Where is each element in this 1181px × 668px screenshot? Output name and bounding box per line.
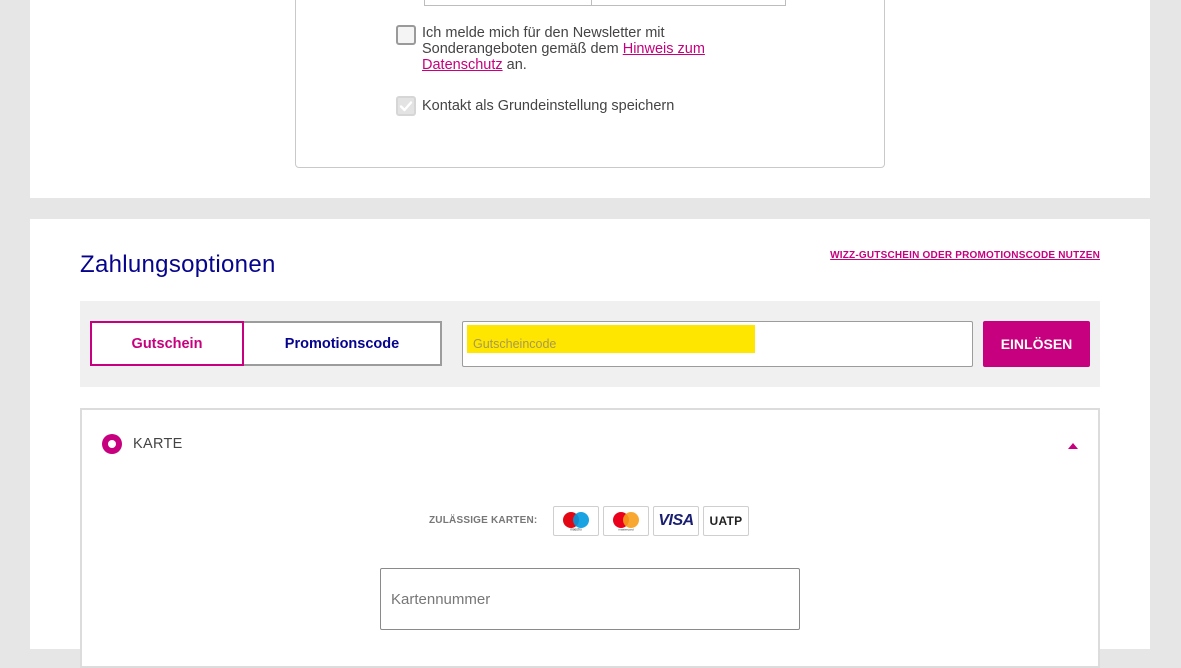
input-divider [591,0,592,5]
save-default-checkbox[interactable] [396,96,416,116]
newsletter-text-after: an. [502,57,527,73]
tab-gutschein[interactable]: Gutschein [90,321,244,366]
uatp-text: UATP [709,514,743,528]
mastercard-caption: mastercard [618,528,633,532]
voucher-placeholder: Gutscheincode [473,337,557,351]
contact-form-box: Ich melde mich für den Newsletter mit So… [295,0,885,168]
chevron-up-icon[interactable] [1068,443,1078,449]
accepted-cards-label: ZULÄSSIGE KARTEN: [429,515,538,526]
maestro-icon: maestro [553,506,599,536]
voucher-area: Gutschein Promotionscode Gutscheincode E… [80,301,1100,387]
tab-promotionscode[interactable]: Promotionscode [242,321,442,366]
uatp-icon: UATP [703,506,749,536]
voucher-code-input[interactable]: Gutscheincode [462,321,973,367]
newsletter-text: Ich melde mich für den Newsletter mit So… [422,25,722,73]
page-title: Zahlungsoptionen [80,251,276,278]
card-number-input[interactable]: Kartennummer [380,568,800,630]
promo-code-link[interactable]: WIZZ-GUTSCHEIN ODER PROMOTIONSCODE NUTZE… [830,250,1100,261]
save-default-label: Kontakt als Grundeinstellung speichern [422,98,675,114]
maestro-caption: maestro [570,528,582,532]
newsletter-row: Ich melde mich für den Newsletter mit So… [396,25,722,73]
card-option-label: KARTE [133,436,183,452]
mastercard-mark: mastercard [613,512,639,532]
card-number-placeholder: Kartennummer [391,591,491,608]
visa-icon: VISA [653,506,699,536]
card-payment-section: KARTE ZULÄSSIGE KARTEN: maestro masterca… [80,408,1100,668]
mastercard-icon: mastercard [603,506,649,536]
checkmark-icon [399,101,413,112]
input-fields-bottom-edge [424,0,786,6]
payment-panel: Zahlungsoptionen WIZZ-GUTSCHEIN ODER PRO… [30,219,1150,668]
contact-panel: Ich melde mich für den Newsletter mit So… [30,0,1150,198]
redeem-button[interactable]: EINLÖSEN [983,321,1090,367]
newsletter-checkbox[interactable] [396,25,416,45]
card-radio[interactable] [102,434,122,454]
save-default-row: Kontakt als Grundeinstellung speichern [396,96,722,116]
maestro-mark: maestro [563,512,589,532]
visa-text: VISA [658,512,694,529]
radio-dot [108,440,116,448]
